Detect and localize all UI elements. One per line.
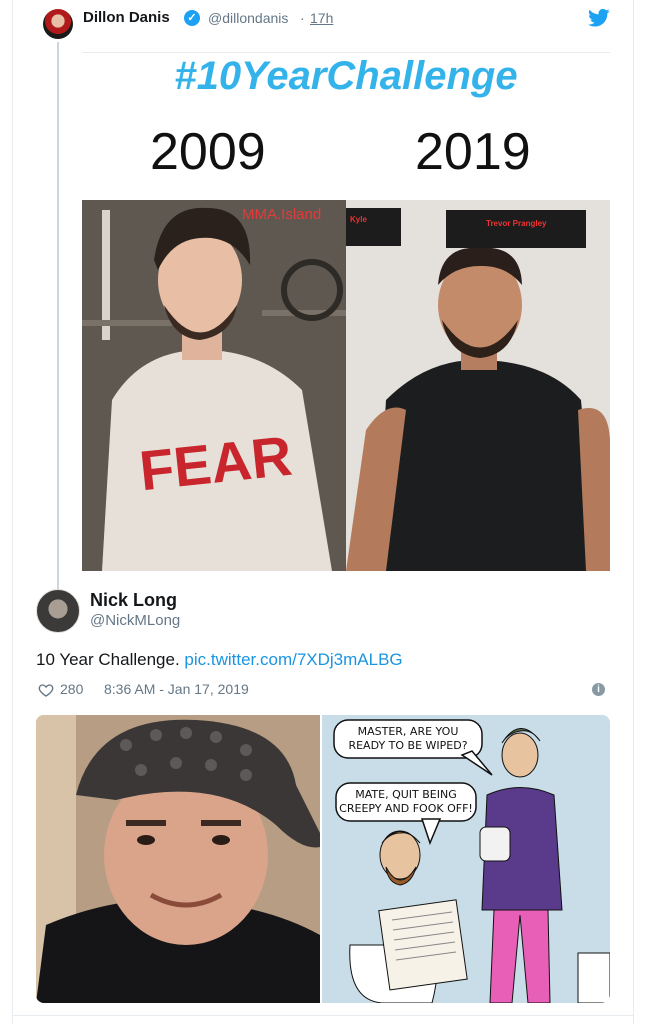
kid-photo-illustration [36,715,320,1003]
cartoon-illustration: MASTER, ARE YOU READY TO BE WIPED? MATE,… [322,715,610,1003]
cartoon-bubble-2-line-1: MATE, QUIT BEING [355,788,457,801]
cartoon-bubble-1-line-1: MASTER, ARE YOU [358,725,459,738]
image-top-divider [82,52,610,53]
cartoon-bubble-1-line-2: READY TO BE WIPED? [348,739,467,752]
tweet-timestamp[interactable]: 17h [310,10,333,26]
media-cartoon[interactable]: MASTER, ARE YOU READY TO BE WIPED? MATE,… [322,715,610,1003]
tweet-text: 10 Year Challenge. pic.twitter.com/7XDj3… [36,650,403,670]
thread-connector-line [57,42,59,590]
photo-2019-illustration: Kyle Trevor Prangley [346,200,610,571]
cartoon-bubble-2-line-2: CREEPY AND FOOK OFF! [339,802,473,815]
photo-2009[interactable]: FEAR [82,200,346,571]
like-count[interactable]: 280 [60,681,83,697]
avatar-nick-long[interactable] [36,589,80,633]
timeline-right-border [633,0,634,1024]
photo-2009-illustration: FEAR [82,200,346,571]
timeline-left-border [12,0,13,1024]
author-handle[interactable]: @NickMLong [90,612,180,629]
author-name[interactable]: Dillon Danis [83,9,170,26]
sign-right-text: Trevor Prangley [486,219,547,228]
tweet-datetime[interactable]: 8:36 AM - Jan 17, 2019 [104,681,249,697]
timeline-bottom-border [12,1015,634,1016]
author-handle[interactable]: @dillondanis [208,10,288,26]
meta-separator: · [300,10,305,26]
image-watermark: MMA.Island [242,206,322,223]
heart-icon[interactable] [38,682,54,698]
year-label-left: 2009 [150,123,266,181]
verified-badge-icon: ✓ [184,10,200,26]
author-name[interactable]: Nick Long [90,590,177,611]
avatar-dillon-danis[interactable] [43,9,73,39]
challenge-hashtag-title: #10YearChallenge [174,54,518,98]
sign-left-text: Kyle [350,215,367,224]
year-label-right: 2019 [415,123,531,181]
media-photo-kid[interactable] [36,715,320,1003]
tweet-body: 10 Year Challenge. [36,650,185,669]
tweet-media-link[interactable]: pic.twitter.com/7XDj3mALBG [184,650,402,669]
info-icon[interactable]: i [592,683,605,696]
twitter-bird-icon[interactable] [588,8,610,28]
photo-2019[interactable]: Kyle Trevor Prangley [346,200,610,571]
